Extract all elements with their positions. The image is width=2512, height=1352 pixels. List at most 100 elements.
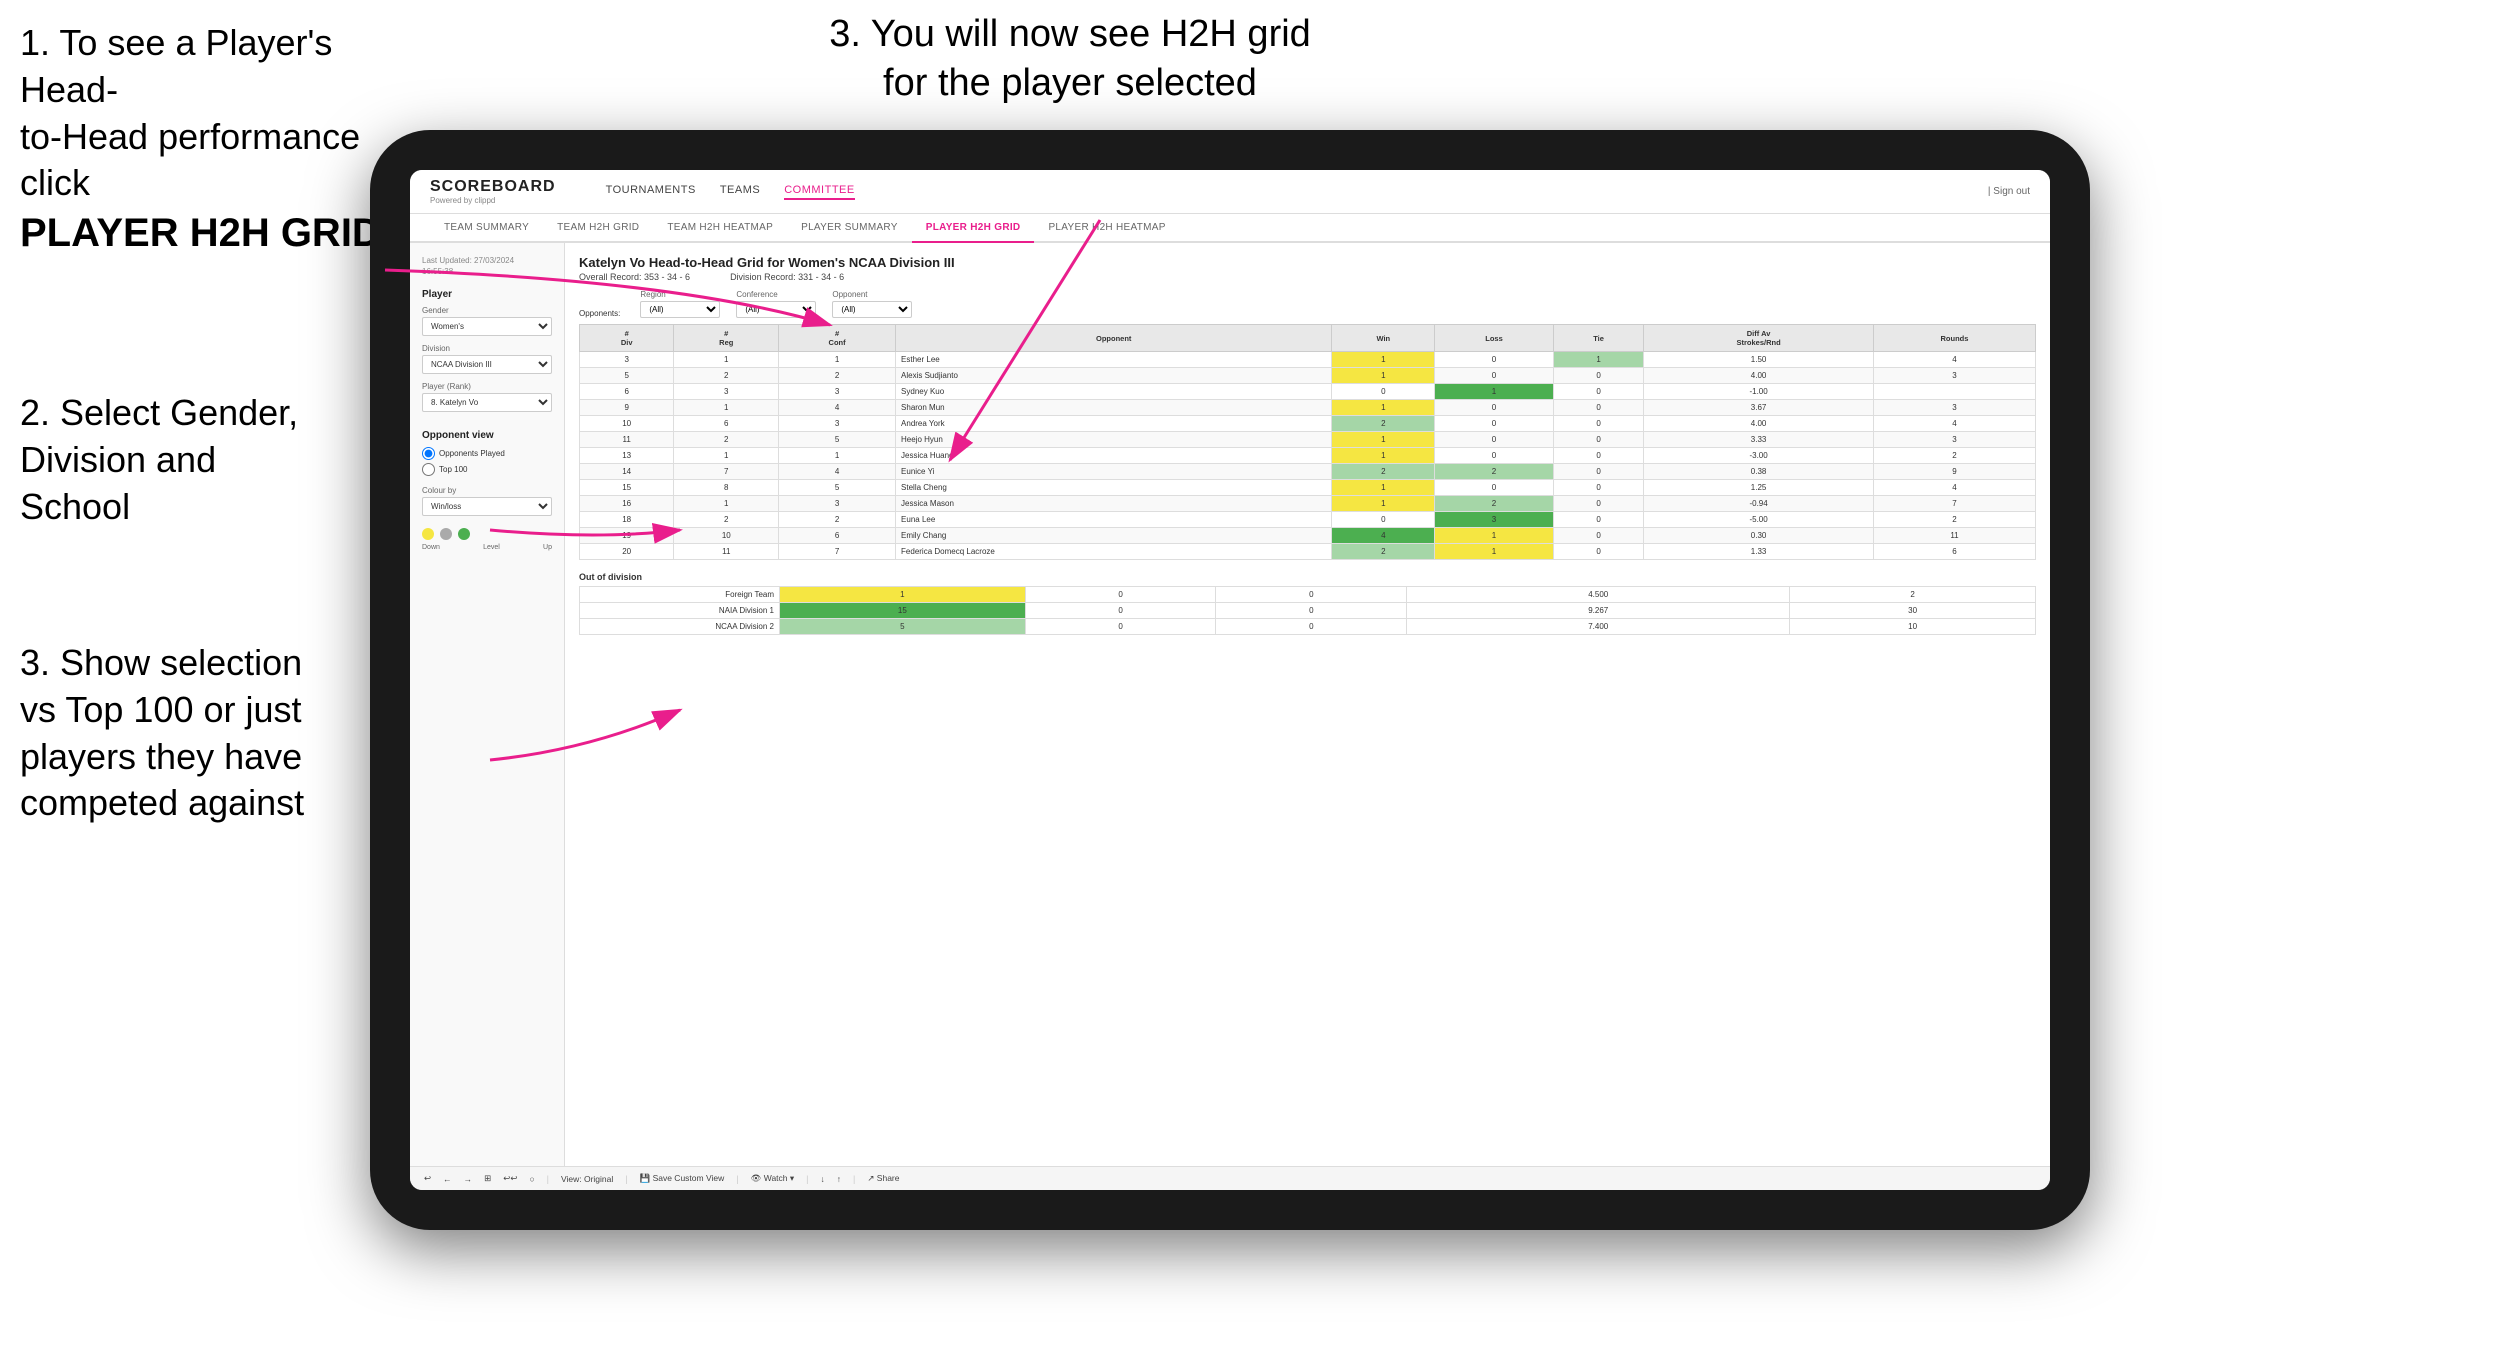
gender-select[interactable]: Women's Men's [422, 317, 552, 336]
th-opponent: Opponent [896, 325, 1332, 352]
toolbar-sep1: | [547, 1174, 549, 1184]
nav-sign-out[interactable]: | Sign out [1988, 186, 2030, 197]
nav-committee[interactable]: COMMITTEE [784, 184, 855, 200]
toolbar-watch[interactable]: 👁 Watch ▾ [751, 1173, 795, 1184]
out-div-row: Foreign Team1004.5002 [580, 587, 2036, 603]
instruction-line2: to-Head performance click [20, 116, 360, 204]
filters-row: Opponents: Region (All) Conference (All) [579, 290, 2036, 318]
region-label: Region [640, 290, 720, 299]
main-content: Last Updated: 27/03/202416:55:38 Player … [410, 243, 2050, 1166]
grid-title: Katelyn Vo Head-to-Head Grid for Women's… [579, 255, 2036, 270]
th-loss: Loss [1435, 325, 1554, 352]
toolbar-sep2: | [625, 1174, 627, 1184]
table-row: 1063Andrea York2004.004 [580, 416, 2036, 432]
sub-nav-player-summary[interactable]: PLAYER SUMMARY [787, 214, 912, 243]
conference-filter: Conference (All) [736, 290, 816, 318]
radio-top-100[interactable]: Top 100 [422, 463, 552, 476]
toolbar-save-custom-view[interactable]: 💾 Save Custom View [640, 1173, 725, 1184]
region-select[interactable]: (All) [640, 301, 720, 318]
opponent-view-section: Opponent view Opponents Played Top 100 [422, 430, 552, 476]
table-row: 633Sydney Kuo010-1.00 [580, 384, 2036, 400]
table-row: 311Esther Lee1011.504 [580, 352, 2036, 368]
division-record: Division Record: 331 - 34 - 6 [730, 272, 844, 282]
colour-section: Colour by Win/loss Down Level Up [422, 486, 552, 551]
top-navigation: SCOREBOARD Powered by clippd TOURNAMENTS… [410, 170, 2050, 214]
nav-items: TOURNAMENTS TEAMS COMMITTEE [606, 184, 1958, 200]
sub-nav-player-h2h-heatmap[interactable]: PLAYER H2H HEATMAP [1034, 214, 1179, 243]
player-rank-select[interactable]: 8. Katelyn Vo [422, 393, 552, 412]
logo-text: SCOREBOARD [430, 178, 556, 196]
table-row: 1125Heejo Hyun1003.333 [580, 432, 2036, 448]
opponent-view-title: Opponent view [422, 430, 552, 441]
th-conf: #Conf [779, 325, 896, 352]
gender-label: Gender [422, 306, 552, 315]
conference-label: Conference [736, 290, 816, 299]
toolbar-reset[interactable]: ↩↩ [503, 1173, 517, 1184]
opponent-label: Opponent [832, 290, 912, 299]
nav-teams[interactable]: TEAMS [720, 184, 760, 200]
dot-down [422, 528, 434, 540]
out-division-title: Out of division [579, 572, 2036, 582]
toolbar-circle[interactable]: ○ [530, 1174, 535, 1184]
colour-label-down: Down [422, 544, 440, 551]
opponent-select[interactable]: (All) [832, 301, 912, 318]
sub-nav-team-h2h-grid[interactable]: TEAM H2H GRID [543, 214, 653, 243]
dot-up [458, 528, 470, 540]
opponent-filter: Opponent (All) [832, 290, 912, 318]
toolbar-upload[interactable]: ↑ [837, 1174, 841, 1184]
out-div-row: NCAA Division 25007.40010 [580, 619, 2036, 635]
division-select[interactable]: NCAA Division III NCAA Division I NCAA D… [422, 355, 552, 374]
toolbar-download[interactable]: ↓ [820, 1174, 824, 1184]
toolbar-forward[interactable]: → [464, 1174, 473, 1184]
table-row: 1311Jessica Huang100-3.002 [580, 448, 2036, 464]
toolbar-bottom: ↩ ← → ⊞ ↩↩ ○ | View: Original | 💾 Save C… [410, 1166, 2050, 1190]
toolbar-undo[interactable]: ↩ [424, 1173, 431, 1184]
th-rounds: Rounds [1873, 325, 2035, 352]
division-label: Division [422, 344, 552, 353]
out-division-table: Foreign Team1004.5002NAIA Division 11500… [579, 586, 2036, 635]
toolbar-view-original[interactable]: View: Original [561, 1174, 613, 1184]
left-panel: Last Updated: 27/03/202416:55:38 Player … [410, 243, 565, 1166]
toolbar-share[interactable]: ↗ Share [867, 1173, 899, 1184]
instruction-top-left: 1. To see a Player's Head- to-Head perfo… [20, 20, 400, 259]
toolbar-sep5: | [853, 1174, 855, 1184]
instruction-bl-line3: players they have [20, 736, 302, 777]
instruction-mid-left: 2. Select Gender, Division and School [20, 390, 360, 530]
instruction-bl-line2: vs Top 100 or just [20, 689, 302, 730]
instruction-top-right: 3. You will now see H2H grid for the pla… [820, 10, 1320, 109]
toolbar-back[interactable]: ← [443, 1174, 452, 1184]
toolbar-sep4: | [806, 1174, 808, 1184]
instruction-ml-line3: School [20, 486, 130, 527]
sub-navigation: TEAM SUMMARY TEAM H2H GRID TEAM H2H HEAT… [410, 214, 2050, 243]
table-row: 19106Emily Chang4100.3011 [580, 528, 2036, 544]
table-row: 522Alexis Sudjianto1004.003 [580, 368, 2036, 384]
grid-subtitle: Overall Record: 353 - 34 - 6 Division Re… [579, 272, 2036, 282]
th-tie: Tie [1553, 325, 1643, 352]
table-header-row: #Div #Reg #Conf Opponent Win Loss Tie Di… [580, 325, 2036, 352]
out-div-row: NAIA Division 115009.26730 [580, 603, 2036, 619]
sub-nav-team-summary[interactable]: TEAM SUMMARY [430, 214, 543, 243]
sub-nav-team-h2h-heatmap[interactable]: TEAM H2H HEATMAP [653, 214, 787, 243]
radio-opponents-played[interactable]: Opponents Played [422, 447, 552, 460]
conference-select[interactable]: (All) [736, 301, 816, 318]
colour-by-select[interactable]: Win/loss [422, 497, 552, 516]
table-row: 1585Stella Cheng1001.254 [580, 480, 2036, 496]
h2h-table: #Div #Reg #Conf Opponent Win Loss Tie Di… [579, 324, 2036, 560]
sub-nav-player-h2h-grid[interactable]: PLAYER H2H GRID [912, 214, 1035, 243]
th-reg: #Reg [674, 325, 779, 352]
colour-by-label: Colour by [422, 486, 552, 495]
toolbar-grid[interactable]: ⊞ [484, 1173, 491, 1184]
toolbar-sep3: | [736, 1174, 738, 1184]
table-row: 20117Federica Domecq Lacroze2101.336 [580, 544, 2036, 560]
player-rank-label: Player (Rank) [422, 382, 552, 391]
nav-tournaments[interactable]: TOURNAMENTS [606, 184, 696, 200]
tablet-screen: SCOREBOARD Powered by clippd TOURNAMENTS… [410, 170, 2050, 1190]
instruction-bl-line1: 3. Show selection [20, 642, 302, 683]
instruction-bottom-left: 3. Show selection vs Top 100 or just pla… [20, 640, 380, 827]
th-diff: Diff AvStrokes/Rnd [1644, 325, 1874, 352]
table-row: 1822Euna Lee030-5.002 [580, 512, 2036, 528]
colour-label-level: Level [483, 544, 500, 551]
colour-dots [422, 528, 552, 540]
instruction-tr-line1: 3. You will now see H2H grid [829, 13, 1311, 55]
opponent-view-radios: Opponents Played Top 100 [422, 447, 552, 476]
